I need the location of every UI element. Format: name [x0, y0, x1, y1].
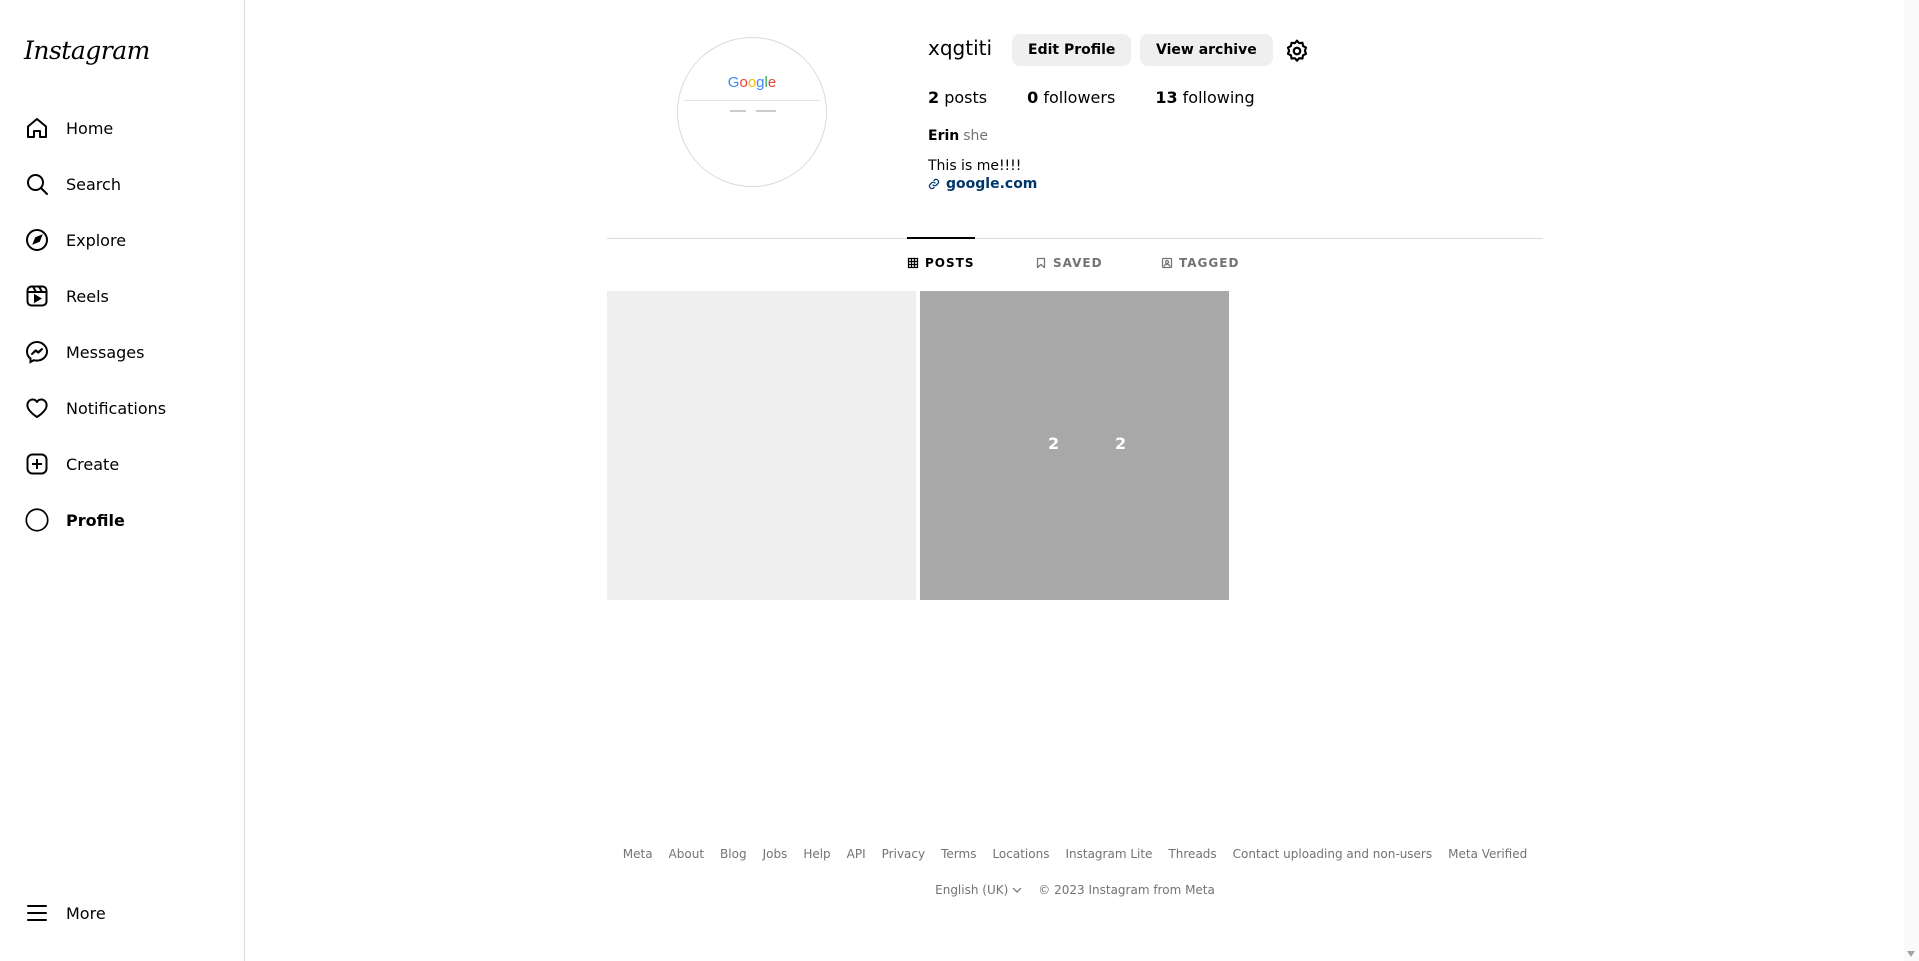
sidebar-item-create[interactable]: Create	[12, 440, 233, 488]
sidebar-item-label: Messages	[66, 342, 145, 362]
sidebar-item-label: Search	[66, 174, 121, 194]
footer-link[interactable]: Blog	[720, 847, 747, 861]
footer-link[interactable]: Meta	[623, 847, 653, 861]
following-stat[interactable]: 13 following	[1155, 88, 1254, 107]
following-count: 13	[1155, 88, 1178, 107]
sidebar-item-explore[interactable]: Explore	[12, 216, 233, 264]
sidebar-item-profile[interactable]: Profile	[12, 496, 233, 544]
sidebar-item-reels[interactable]: Reels	[12, 272, 233, 320]
reels-icon	[24, 283, 50, 309]
followers-count: 0	[1027, 88, 1039, 107]
followers-stat[interactable]: 0 followers	[1027, 88, 1115, 107]
comments-count: 2	[1115, 434, 1127, 453]
sidebar-item-more[interactable]: More	[12, 889, 233, 937]
sidebar-item-notifications[interactable]: Notifications	[12, 384, 233, 432]
avatar-image-text: Google	[678, 74, 826, 91]
sidebar-item-label: Home	[66, 118, 114, 138]
posts-stat: 2 posts	[928, 88, 987, 107]
tab-saved[interactable]: SAVED	[1035, 256, 1103, 270]
profile-stats: 2 posts 0 followers 13 following	[928, 88, 1295, 107]
profile-username: xqgtiti	[928, 36, 993, 60]
pronouns: she	[963, 128, 989, 144]
messenger-icon	[24, 339, 50, 365]
likes-count: 2	[1048, 434, 1060, 453]
sidebar-item-search[interactable]: Search	[12, 160, 233, 208]
edit-profile-button[interactable]: Edit Profile	[1012, 34, 1132, 66]
footer-link[interactable]: About	[669, 847, 704, 861]
tab-label: SAVED	[1053, 256, 1103, 270]
avatar-detail	[756, 110, 776, 112]
footer-bottom: English (UK) © 2023 Instagram from Meta	[607, 883, 1543, 897]
language-label: English (UK)	[935, 883, 1009, 897]
posts-label: posts	[944, 88, 988, 107]
tab-label: TAGGED	[1179, 256, 1240, 270]
footer-links: Meta About Blog Jobs Help API Privacy Te…	[607, 847, 1543, 861]
avatar-detail	[730, 110, 746, 112]
tab-tagged[interactable]: TAGGED	[1161, 256, 1239, 270]
scrollbar[interactable]	[1904, 0, 1919, 961]
bookmark-icon	[1036, 257, 1046, 269]
link-text: google.com	[946, 176, 1038, 192]
sidebar-item-home[interactable]: Home	[12, 104, 233, 152]
following-label: following	[1182, 88, 1255, 107]
sidebar-item-label: Notifications	[66, 398, 167, 418]
compass-icon	[24, 227, 50, 253]
avatar-divider	[684, 100, 820, 101]
grid-icon	[907, 257, 919, 269]
post-thumbnail[interactable]	[607, 291, 916, 600]
avatar-letter: G	[727, 74, 740, 91]
footer-link[interactable]: API	[847, 847, 866, 861]
footer-link[interactable]: Privacy	[882, 847, 925, 861]
sidebar-item-label: More	[66, 903, 106, 923]
scroll-down-arrow-icon[interactable]	[1907, 951, 1915, 957]
active-tab-indicator	[907, 237, 975, 239]
tab-posts[interactable]: POSTS	[907, 256, 974, 270]
tabs-divider	[607, 238, 1543, 239]
footer-link[interactable]: Locations	[992, 847, 1049, 861]
gear-icon[interactable]	[1284, 38, 1310, 64]
language-selector[interactable]: English (UK)	[935, 883, 1022, 897]
avatar-letter: g	[756, 74, 765, 91]
profile-bio: This is me!!!!	[928, 158, 1022, 174]
tagged-icon	[1161, 257, 1173, 269]
footer-link[interactable]: Instagram Lite	[1065, 847, 1152, 861]
search-icon	[24, 171, 50, 197]
chevron-down-icon	[1012, 887, 1022, 893]
sidebar-item-label: Explore	[66, 230, 127, 250]
footer-link[interactable]: Contact uploading and non-users	[1233, 847, 1432, 861]
footer-link[interactable]: Jobs	[763, 847, 788, 861]
footer-link[interactable]: Terms	[941, 847, 976, 861]
post-thumbnail[interactable]: 2 2	[920, 291, 1229, 600]
profile-link[interactable]: google.com	[928, 176, 1037, 192]
avatar-letter: e	[767, 74, 777, 91]
sidebar-item-label: Reels	[66, 286, 109, 306]
footer-link[interactable]: Meta Verified	[1448, 847, 1527, 861]
menu-icon	[24, 900, 50, 926]
footer-link[interactable]: Threads	[1168, 847, 1216, 861]
sidebar: Instagram Home Search Explore Reels Mess…	[0, 0, 245, 961]
profile-avatar[interactable]: Google	[677, 37, 827, 187]
link-icon	[928, 178, 940, 190]
home-icon	[24, 115, 50, 141]
sidebar-item-messages[interactable]: Messages	[12, 328, 233, 376]
instagram-logo[interactable]: Instagram	[24, 36, 150, 65]
copyright: © 2023 Instagram from Meta	[1038, 883, 1215, 897]
avatar-letter: o	[739, 74, 748, 91]
footer-link[interactable]: Help	[803, 847, 830, 861]
sidebar-item-label: Profile	[66, 510, 125, 530]
sidebar-item-label: Create	[66, 454, 120, 474]
tab-label: POSTS	[925, 256, 975, 270]
plus-square-icon	[24, 451, 50, 477]
profile-fullname: Erin she	[928, 128, 988, 144]
followers-label: followers	[1043, 88, 1116, 107]
posts-count: 2	[928, 88, 940, 107]
heart-icon	[24, 395, 50, 421]
view-archive-button[interactable]: View archive	[1140, 34, 1273, 66]
full-name: Erin	[928, 128, 960, 144]
avatar-letter: o	[747, 74, 757, 91]
avatar-icon	[24, 507, 50, 533]
